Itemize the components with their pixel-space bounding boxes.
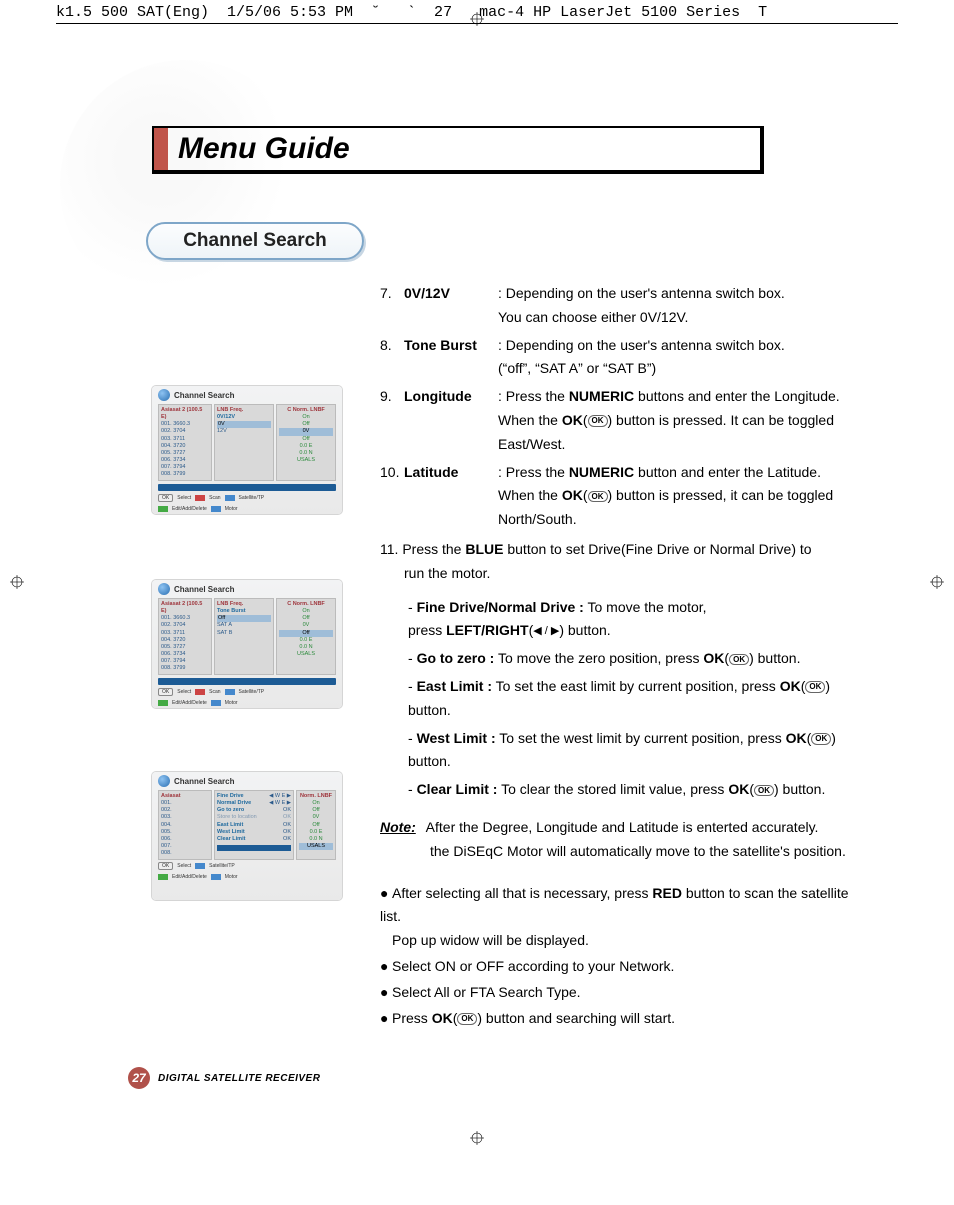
page-footer: 27 DIGITAL SATELLITE RECEIVER — [128, 1067, 320, 1089]
note-block: Note: After the Degree, Longitude and La… — [380, 816, 854, 864]
screenshot-title: Channel Search — [174, 585, 234, 594]
bullet-2: ●Select ON or OFF according to your Netw… — [380, 955, 854, 979]
ok-icon: OK — [588, 491, 608, 503]
screenshot-1: Channel Search Asiasat 2 (100.5 E) 001. … — [152, 386, 342, 514]
item-9: 9. Longitude : Press the NUMERIC buttons… — [380, 385, 854, 456]
bullet-4: ●Press OK(OK) button and searching will … — [380, 1007, 854, 1031]
screenshot-3: Channel Search Asiasat 001. 002. 003. 00… — [152, 772, 342, 900]
page-title: Menu Guide — [168, 128, 350, 170]
section-heading: Channel Search — [146, 222, 364, 260]
note-label: Note: — [380, 819, 416, 835]
bullet-1: ●After selecting all that is necessary, … — [380, 882, 854, 953]
globe-icon — [158, 583, 170, 595]
item-number: 7. — [380, 282, 404, 330]
main-content: 7. 0V/12V : Depending on the user's ante… — [380, 282, 854, 1032]
ok-icon: OK — [729, 654, 749, 666]
mid-label: 0V/12V — [217, 414, 271, 421]
globe-icon — [158, 389, 170, 401]
subitem-fine-drive: - Fine Drive/Normal Drive : To move the … — [408, 596, 854, 644]
crop-mark-bottom — [470, 1131, 484, 1145]
screenshot-title: Channel Search — [174, 777, 234, 786]
screenshot-2: Channel Search Asiasat 2 (100.5 E) 001. … — [152, 580, 342, 708]
sat-header: Asiasat 2 (100.5 E) — [161, 407, 209, 421]
bullet-list: ●After selecting all that is necessary, … — [380, 882, 854, 1031]
screenshot-footer-2: Edit/Add/Delete Motor — [152, 504, 342, 514]
page-number: 27 — [128, 1067, 150, 1089]
item-11: 11. Press the BLUE button to set Drive(F… — [380, 538, 854, 586]
subitem-east-limit: - East Limit : To set the east limit by … — [408, 675, 854, 723]
crop-mark-top — [470, 12, 484, 26]
bullet-3: ●Select All or FTA Search Type. — [380, 981, 854, 1005]
ok-icon: OK — [588, 415, 608, 427]
freq-header: LNB Freq. — [217, 407, 271, 414]
screenshot-title: Channel Search — [174, 391, 234, 400]
item-7: 7. 0V/12V : Depending on the user's ante… — [380, 282, 854, 330]
crop-mark-left — [10, 575, 24, 589]
subitem-clear-limit: - Clear Limit : To clear the stored limi… — [408, 778, 854, 802]
background-decoration — [60, 60, 310, 310]
left-right-icon: ◀ / ▶ — [533, 622, 559, 641]
note-text-2: the DiSEqC Motor will automatically move… — [430, 843, 846, 859]
mid-opt: 0V — [217, 421, 271, 428]
subitem-go-to-zero: - Go to zero : To move the zero position… — [408, 647, 854, 671]
ok-icon: OK — [805, 681, 825, 693]
signal-bar — [158, 484, 336, 491]
footer-label: DIGITAL SATELLITE RECEIVER — [158, 1073, 320, 1084]
signal-bar — [158, 678, 336, 685]
item-term: 0V/12V — [404, 282, 498, 330]
item-10: 10. Latitude : Press the NUMERIC button … — [380, 461, 854, 532]
item-8: 8. Tone Burst : Depending on the user's … — [380, 334, 854, 382]
screenshot-footer: OKSelect Scan Satellite/TP — [152, 492, 342, 504]
ok-icon: OK — [811, 733, 831, 745]
drive-sublist: - Fine Drive/Normal Drive : To move the … — [408, 596, 854, 802]
mid-opt: 12V — [217, 428, 271, 435]
right-header: C Norm. LNBF — [279, 407, 333, 414]
item-desc: : Depending on the user's antenna switch… — [498, 282, 854, 330]
globe-icon — [158, 775, 170, 787]
note-text-1: After the Degree, Longitude and Latitude… — [426, 816, 819, 840]
title-accent — [154, 128, 168, 170]
ok-icon: OK — [457, 1013, 477, 1025]
subitem-west-limit: - West Limit : To set the west limit by … — [408, 727, 854, 775]
crop-mark-right — [930, 575, 944, 589]
ok-icon: OK — [754, 785, 774, 797]
page-title-bar: Menu Guide — [152, 126, 764, 174]
